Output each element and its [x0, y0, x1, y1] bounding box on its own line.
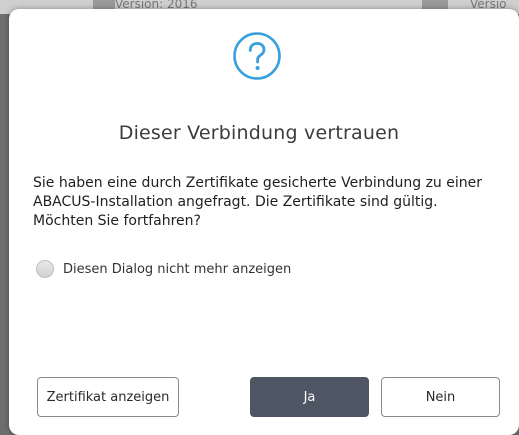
no-button[interactable]: Nein — [381, 377, 500, 417]
dialog-message: Sie haben eine durch Zertifikate gesiche… — [33, 175, 483, 229]
show-certificate-button[interactable]: Zertifikat anzeigen — [37, 377, 179, 417]
yes-button[interactable]: Ja — [250, 377, 369, 417]
trust-connection-dialog: Dieser Verbindung vertrauen Sie haben ei… — [9, 9, 519, 435]
question-circle-icon — [233, 32, 281, 80]
dont-show-again-label: Diesen Dialog nicht mehr anzeigen — [63, 261, 292, 277]
dont-show-again-option[interactable]: Diesen Dialog nicht mehr anzeigen — [36, 260, 291, 278]
dont-show-again-checkbox[interactable] — [36, 260, 54, 278]
dialog-title: Dieser Verbindung vertrauen — [118, 122, 400, 144]
